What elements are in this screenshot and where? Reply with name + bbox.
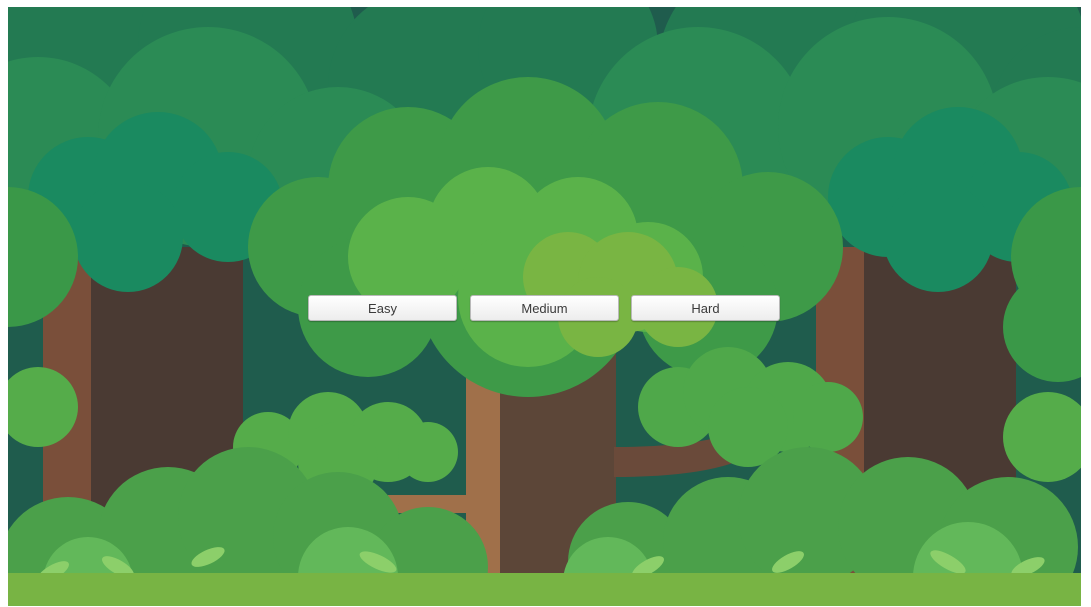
medium-button[interactable]: Medium [470,295,619,321]
grass-ground [8,573,1081,606]
hard-button[interactable]: Hard [631,295,780,321]
easy-button[interactable]: Easy [308,295,457,321]
game-viewport: Easy Medium Hard [8,7,1081,606]
